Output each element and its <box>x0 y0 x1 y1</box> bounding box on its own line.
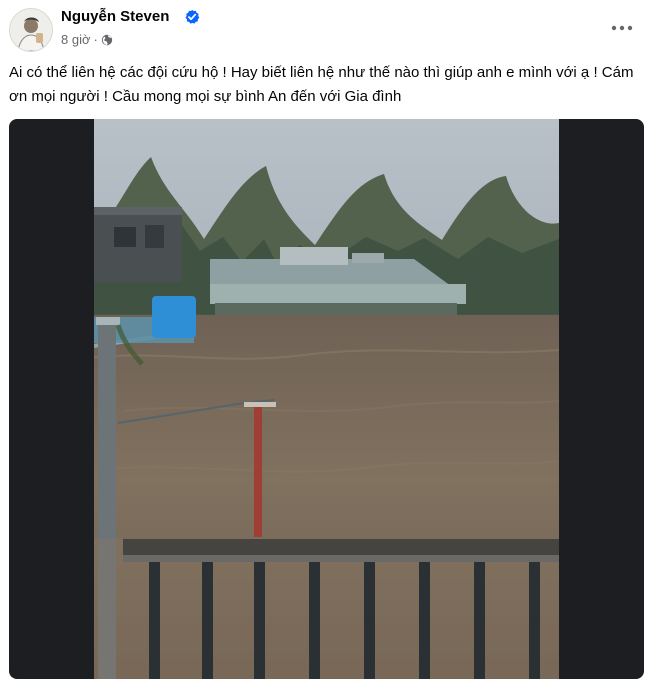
separator-dot: · <box>93 31 98 47</box>
flood-video-frame[interactable] <box>94 119 559 679</box>
video-player[interactable] <box>9 119 644 679</box>
more-options-icon <box>611 25 633 31</box>
avatar[interactable] <box>9 8 53 52</box>
author-name[interactable]: Nguyễn Steven <box>61 8 169 26</box>
post-text: Ai có thể liên hệ các đội cứu hộ ! Hay b… <box>9 64 634 105</box>
verified-badge-icon <box>185 9 200 24</box>
post-header: Nguyễn Steven 8 giờ · <box>0 0 650 56</box>
more-options-button[interactable] <box>604 10 640 46</box>
avatar-image <box>10 9 52 51</box>
post-meta: 8 giờ · <box>61 31 113 48</box>
globe-icon[interactable] <box>101 34 113 46</box>
post-time[interactable]: 8 giờ <box>61 32 91 48</box>
